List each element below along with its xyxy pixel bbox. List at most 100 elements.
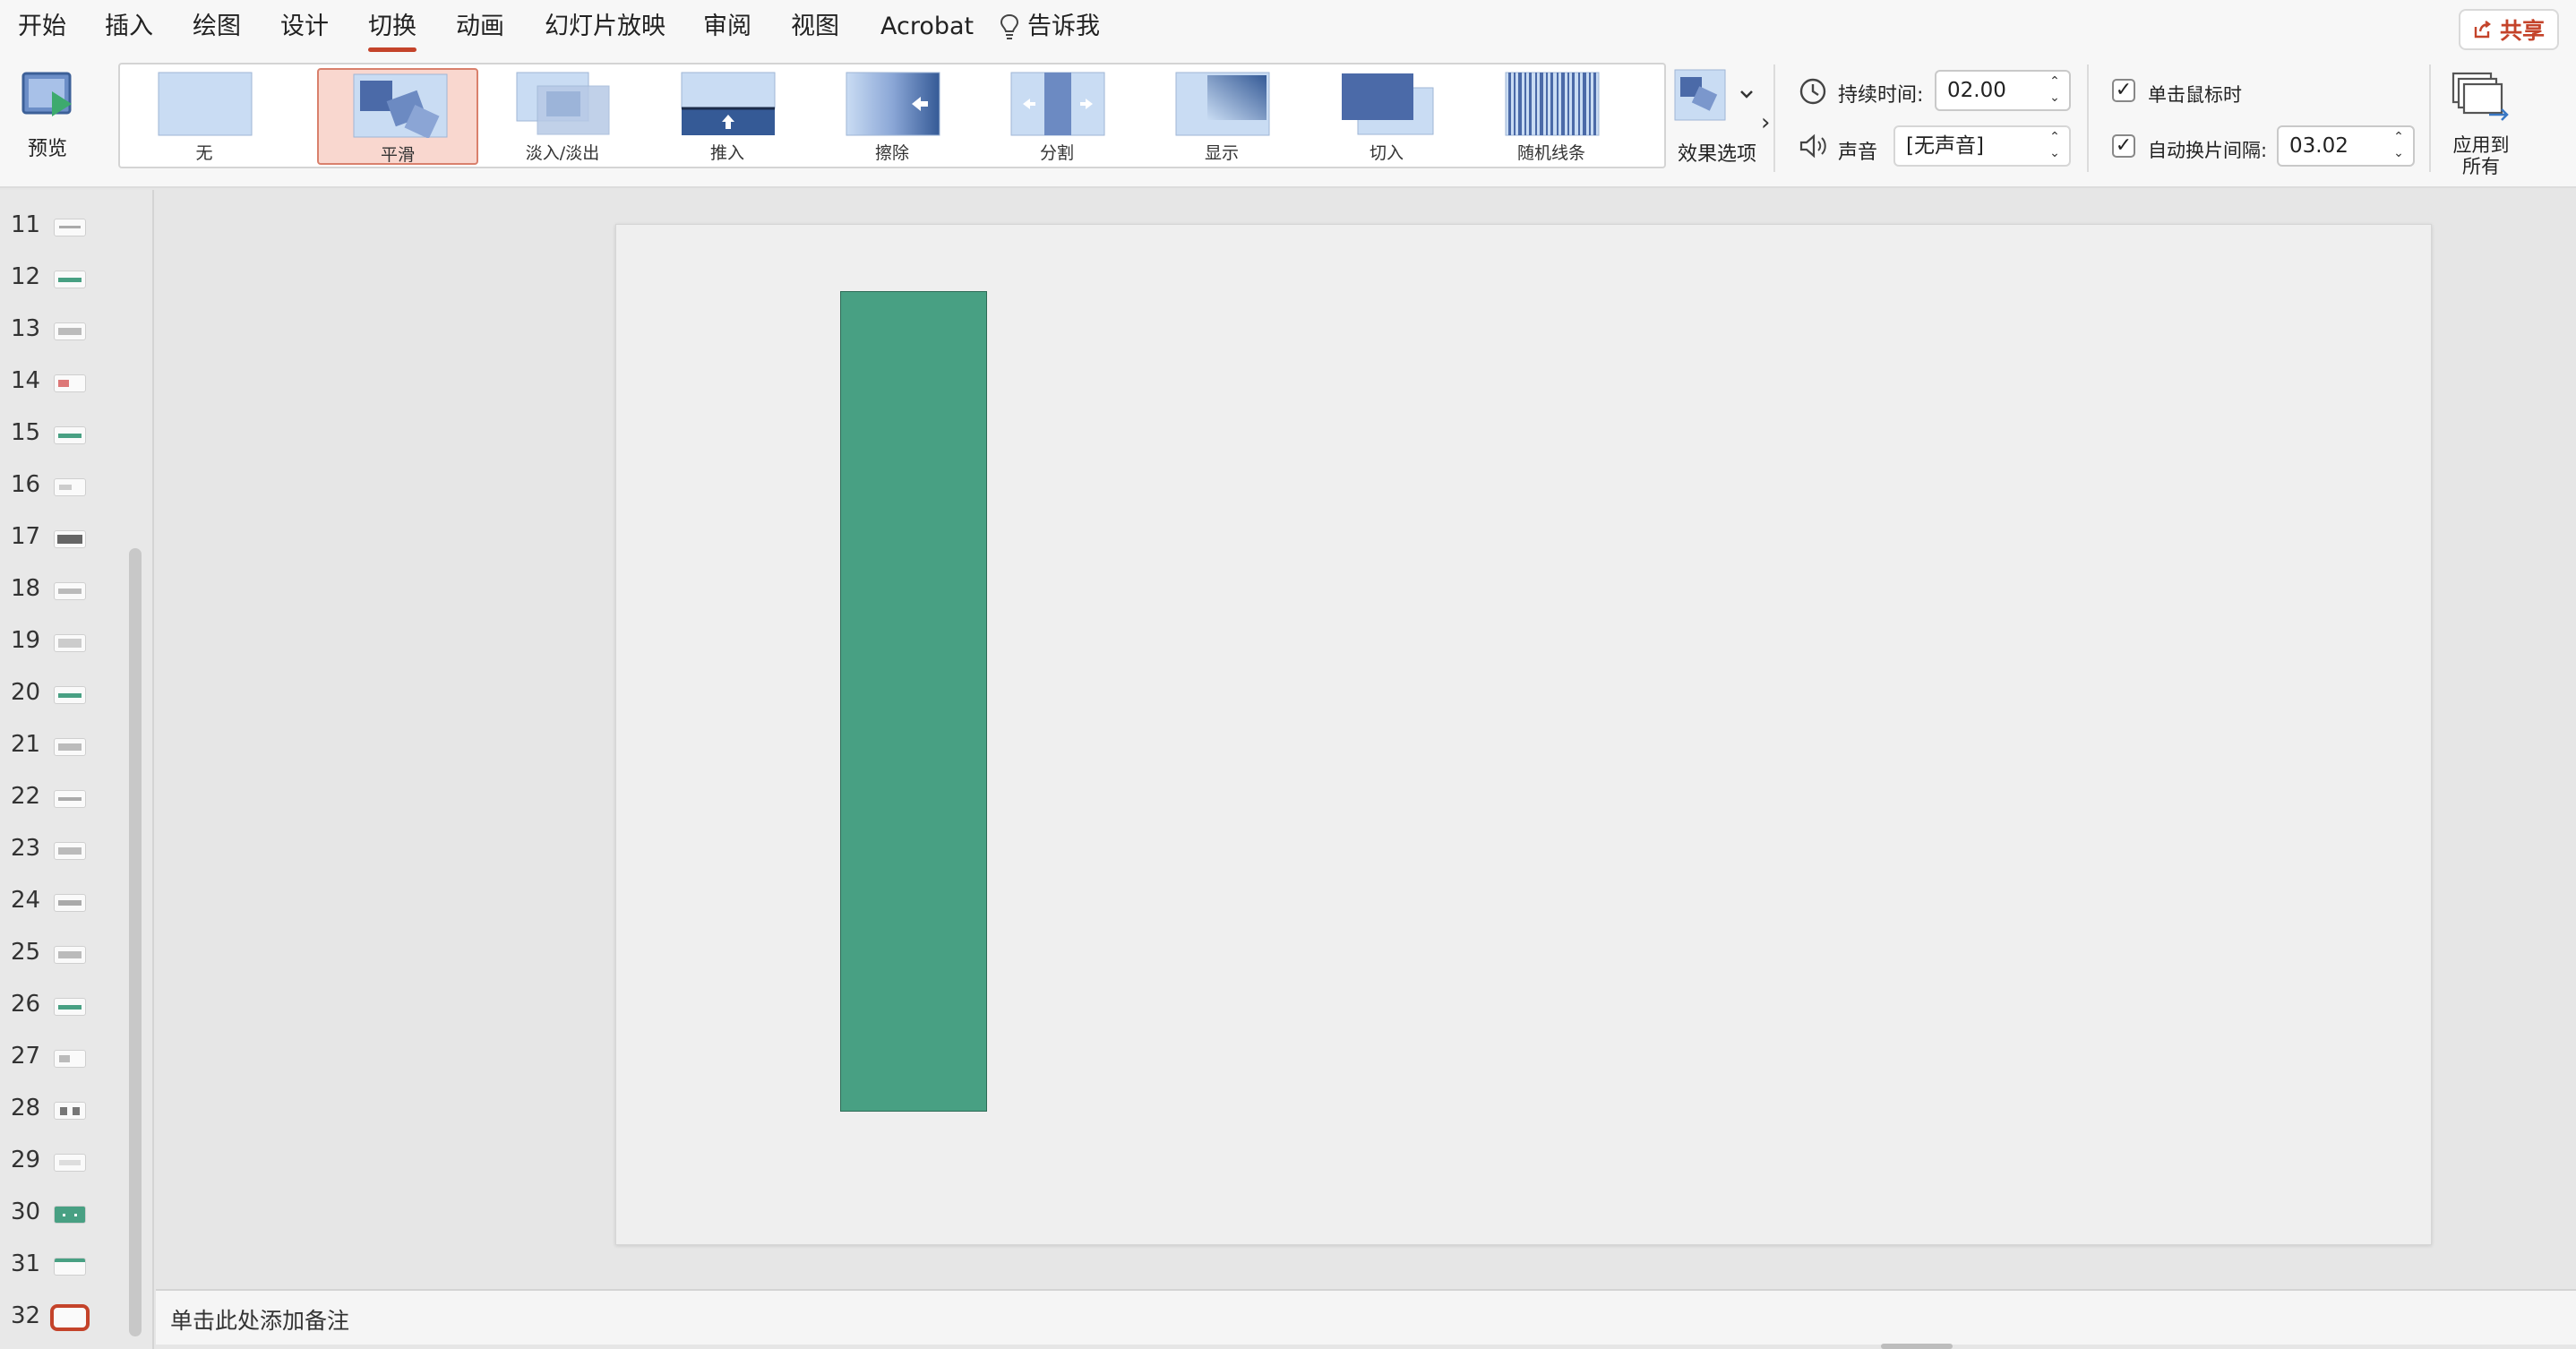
tab-insert[interactable]: 插入 xyxy=(105,9,153,45)
slide-number: 16 xyxy=(11,471,41,498)
slide-thumbnail[interactable] xyxy=(54,738,86,756)
slide-thumb-row[interactable]: 14 xyxy=(0,360,143,405)
morph-transition-icon xyxy=(353,73,448,138)
tab-review[interactable]: 审阅 xyxy=(703,9,751,45)
slide-thumb-row[interactable]: 23 xyxy=(0,828,143,872)
transition-cut[interactable]: 切入 xyxy=(1306,68,1467,165)
tab-draw[interactable]: 绘图 xyxy=(193,9,241,45)
current-slide[interactable] xyxy=(615,224,2432,1245)
slide-thumb-row[interactable]: 29 xyxy=(0,1139,143,1184)
tab-transitions[interactable]: 切换 xyxy=(368,9,416,52)
slide-thumbnail[interactable] xyxy=(54,842,86,860)
slide-thumb-row[interactable]: 22 xyxy=(0,776,143,821)
reveal-transition-icon xyxy=(1175,72,1270,136)
slide-thumb-row[interactable]: 28 xyxy=(0,1087,143,1132)
green-rectangle-shape[interactable] xyxy=(840,291,987,1112)
preview-button[interactable]: 预览 xyxy=(16,68,79,176)
tab-acrobat[interactable]: Acrobat xyxy=(880,9,974,45)
transition-morph[interactable]: 平滑 xyxy=(317,68,478,165)
slide-thumbnail[interactable] xyxy=(54,1154,86,1172)
slide-thumbnail[interactable] xyxy=(54,530,86,548)
slide-thumbnail[interactable] xyxy=(54,1102,86,1120)
slide-thumb-row[interactable]: 16 xyxy=(0,464,143,509)
transition-label: 擦除 xyxy=(874,143,909,163)
slide-thumbnail[interactable] xyxy=(54,271,86,288)
transition-push[interactable]: 推入 xyxy=(647,68,808,165)
tab-view[interactable]: 视图 xyxy=(791,9,839,45)
transition-wipe[interactable]: 擦除 xyxy=(811,68,973,165)
share-label: 共享 xyxy=(2499,18,2545,44)
slide-thumbnail[interactable] xyxy=(54,1206,86,1224)
auto-advance-checkbox[interactable]: ✓ xyxy=(2112,134,2135,158)
transition-label: 分割 xyxy=(1039,143,1074,163)
slide-thumbnail[interactable] xyxy=(54,894,86,912)
effect-options-button[interactable]: 效果选项 xyxy=(1668,63,1766,170)
slide-number: 20 xyxy=(11,679,41,706)
random-bars-transition-icon xyxy=(1505,72,1600,136)
notes-placeholder: 单击此处添加备注 xyxy=(170,1308,350,1334)
slide-thumbnail[interactable] xyxy=(54,1258,86,1276)
slide-thumbnail[interactable] xyxy=(54,374,86,392)
tab-animations[interactable]: 动画 xyxy=(456,9,504,45)
on-click-checkbox[interactable]: ✓ xyxy=(2112,79,2135,102)
slide-number: 11 xyxy=(11,211,41,238)
transition-random-bars[interactable]: 随机线条 xyxy=(1471,68,1632,165)
notes-pane[interactable]: 单击此处添加备注 xyxy=(156,1289,2576,1345)
slide-thumb-row[interactable]: 25 xyxy=(0,932,143,976)
tab-slideshow[interactable]: 幻灯片放映 xyxy=(545,9,665,45)
slide-thumb-row[interactable]: 20 xyxy=(0,672,143,717)
preview-icon xyxy=(21,72,72,116)
apply-to-all-icon xyxy=(2451,72,2509,121)
stepper-arrows-icon[interactable]: ⌃ ⌄ xyxy=(2391,129,2406,165)
slide-thumbnail[interactable] xyxy=(54,790,86,808)
auto-advance-stepper[interactable]: 03.02 ⌃ ⌄ xyxy=(2277,125,2415,167)
slide-thumb-row[interactable]: 30 xyxy=(0,1191,143,1236)
slide-thumb-row[interactable]: 18 xyxy=(0,568,143,613)
tab-design[interactable]: 设计 xyxy=(280,9,329,45)
slide-thumb-row[interactable]: 12 xyxy=(0,256,143,301)
slide-panel-scrollbar[interactable] xyxy=(129,548,142,1336)
slide-number: 24 xyxy=(11,887,41,914)
slide-thumbnail[interactable] xyxy=(54,219,86,236)
tell-me-search[interactable]: 告诉我 xyxy=(999,9,1100,45)
slide-thumbnail[interactable] xyxy=(54,426,86,444)
slide-thumb-row[interactable]: 24 xyxy=(0,880,143,924)
slide-thumbnail[interactable] xyxy=(54,582,86,600)
transition-none[interactable]: 无 xyxy=(124,68,285,165)
tab-home[interactable]: 开始 xyxy=(18,9,66,45)
horizontal-scrollbar[interactable] xyxy=(1881,1344,1953,1349)
slide-thumbnail[interactable] xyxy=(54,1050,86,1068)
slide-thumb-row[interactable]: 19 xyxy=(0,620,143,665)
slide-thumb-row[interactable]: 15 xyxy=(0,412,143,457)
slide-number: 26 xyxy=(11,991,41,1018)
wipe-transition-icon xyxy=(846,72,940,136)
slide-thumbnail[interactable] xyxy=(54,946,86,964)
none-transition-icon xyxy=(158,72,253,136)
stepper-arrows-icon[interactable]: ⌃ ⌄ xyxy=(2048,73,2062,109)
duration-value: 02.00 xyxy=(1947,79,2006,102)
slide-thumb-row[interactable]: 31 xyxy=(0,1243,143,1288)
slide-thumb-row[interactable]: 27 xyxy=(0,1035,143,1080)
apply-to-all-button[interactable]: 应用到 所有 xyxy=(2445,70,2517,177)
slide-thumbnail[interactable] xyxy=(54,686,86,704)
slide-thumb-row[interactable]: 32 xyxy=(0,1295,143,1340)
slide-thumbnail[interactable] xyxy=(54,322,86,340)
slide-thumbnail[interactable] xyxy=(54,998,86,1016)
slide-thumbnail[interactable] xyxy=(54,634,86,652)
transition-split[interactable]: 分割 xyxy=(976,68,1138,165)
speaker-icon xyxy=(1799,133,1826,159)
slide-thumb-row[interactable]: 17 xyxy=(0,516,143,561)
transition-reveal[interactable]: 显示 xyxy=(1141,68,1302,165)
slide-thumbnail[interactable] xyxy=(54,478,86,496)
transition-label: 显示 xyxy=(1204,143,1239,163)
share-button[interactable]: 共享 xyxy=(2459,9,2559,50)
transition-fade[interactable]: 淡入/淡出 xyxy=(482,68,643,165)
sound-dropdown[interactable]: [无声音] ⌃ ⌄ xyxy=(1893,125,2071,167)
lightbulb-icon xyxy=(1000,13,1019,39)
slide-thumb-row[interactable]: 13 xyxy=(0,308,143,353)
slide-thumb-row[interactable]: 21 xyxy=(0,724,143,769)
slide-thumbnail-current[interactable] xyxy=(50,1304,90,1331)
slide-thumb-row[interactable]: 11 xyxy=(0,204,143,249)
duration-stepper[interactable]: 02.00 ⌃ ⌄ xyxy=(1935,70,2071,111)
slide-thumb-row[interactable]: 26 xyxy=(0,984,143,1028)
